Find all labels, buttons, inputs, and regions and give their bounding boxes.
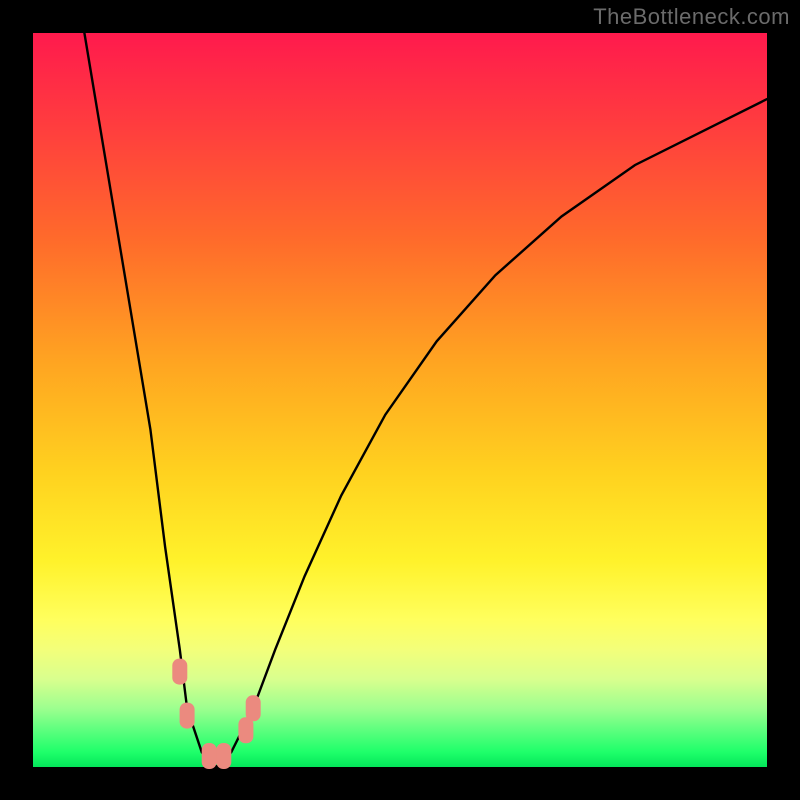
outer-frame: TheBottleneck.com (0, 0, 800, 800)
marker-pt-a (172, 659, 187, 685)
marker-pt-b (180, 703, 195, 729)
bottleneck-curve (84, 33, 767, 767)
watermark-text: TheBottleneck.com (593, 4, 790, 30)
marker-pt-c (202, 743, 217, 769)
curve-layer (33, 33, 767, 767)
marker-group (172, 659, 260, 769)
marker-pt-f (246, 695, 261, 721)
marker-pt-d (216, 743, 231, 769)
marker-pt-e (238, 717, 253, 743)
plot-area (33, 33, 767, 767)
